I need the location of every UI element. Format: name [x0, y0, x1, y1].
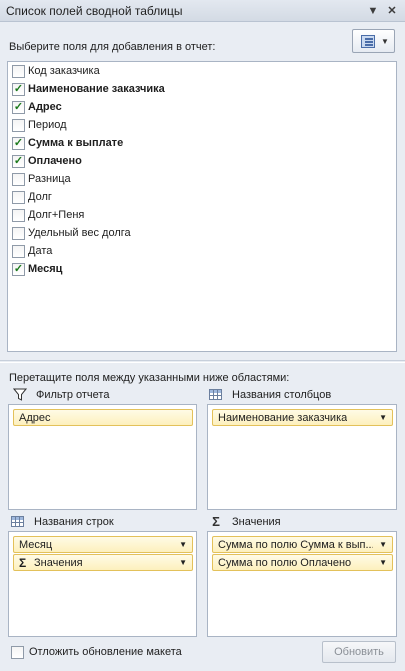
layout-icon — [361, 35, 375, 48]
field-label: Удельный вес долга — [28, 227, 131, 239]
field-list: Код заказчика ✓ Наименование заказчика ✓… — [7, 61, 397, 352]
defer-update-checkbox[interactable] — [11, 646, 24, 659]
field-label: Адрес — [28, 101, 62, 113]
column-labels-label: Названия столбцов — [232, 389, 332, 401]
values-zone[interactable]: Сумма по полю Сумма к вып... ▼ Сумма по … — [207, 531, 397, 637]
field-checkbox[interactable] — [12, 245, 25, 258]
chevron-down-icon[interactable]: ▼ — [379, 413, 387, 422]
sigma-icon: Σ — [19, 556, 27, 570]
field-label: Сумма к выплате — [28, 137, 124, 149]
row-labels-label: Названия строк — [34, 516, 114, 528]
chevron-down-icon: ▼ — [381, 37, 389, 46]
chevron-down-icon[interactable]: ▼ — [365, 3, 381, 19]
row-chip-mesyac[interactable]: Месяц ▼ — [13, 536, 193, 553]
defer-update-label: Отложить обновление макета — [29, 646, 182, 658]
field-label: Период — [28, 119, 67, 131]
chevron-down-icon[interactable]: ▼ — [379, 558, 387, 567]
field-checkbox[interactable]: ✓ — [12, 155, 25, 168]
field-checkbox[interactable] — [12, 119, 25, 132]
field-row-period[interactable]: Период — [12, 117, 392, 134]
field-label: Месяц — [28, 263, 63, 275]
values-header: Σ Значения — [208, 515, 398, 531]
field-checkbox[interactable]: ✓ — [12, 101, 25, 114]
field-row-kod-zakazchika[interactable]: Код заказчика — [12, 63, 392, 80]
report-filter-label: Фильтр отчета — [36, 389, 110, 401]
field-checkbox[interactable] — [12, 173, 25, 186]
field-row-dolg-penya[interactable]: Долг+Пеня — [12, 207, 392, 224]
splitter[interactable] — [0, 360, 405, 363]
chevron-down-icon[interactable]: ▼ — [179, 558, 187, 567]
close-icon[interactable]: ✕ — [384, 3, 400, 19]
field-row-udelny-ves[interactable]: Удельный вес долга — [12, 225, 392, 242]
chip-label: Адрес — [19, 412, 51, 424]
column-labels-header: Названия столбцов — [208, 388, 398, 404]
field-label: Разница — [28, 173, 71, 185]
chevron-down-icon[interactable]: ▼ — [379, 540, 387, 549]
values-chip-summa[interactable]: Сумма по полю Сумма к вып... ▼ — [212, 536, 393, 553]
field-checkbox[interactable] — [12, 65, 25, 78]
values-chip-oplacheno[interactable]: Сумма по полю Оплачено ▼ — [212, 554, 393, 571]
drag-fields-label: Перетащите поля между указанными ниже об… — [9, 372, 290, 384]
chip-label: Сумма по полю Сумма к вып... — [218, 539, 373, 551]
field-checkbox[interactable]: ✓ — [12, 137, 25, 150]
layout-button[interactable]: ▼ — [352, 29, 395, 53]
field-row-mesyac[interactable]: ✓ Месяц — [12, 261, 392, 278]
field-label: Дата — [28, 245, 53, 257]
chip-label: Сумма по полю Оплачено — [218, 557, 352, 569]
field-row-summa[interactable]: ✓ Сумма к выплате — [12, 135, 392, 152]
field-label: Код заказчика — [28, 65, 100, 77]
field-row-dolg[interactable]: Долг — [12, 189, 392, 206]
field-checkbox[interactable] — [12, 227, 25, 240]
field-checkbox[interactable]: ✓ — [12, 83, 25, 96]
update-button[interactable]: Обновить — [322, 641, 396, 663]
field-checkbox[interactable] — [12, 209, 25, 222]
chevron-down-icon[interactable]: ▼ — [179, 540, 187, 549]
field-checkbox[interactable]: ✓ — [12, 263, 25, 276]
field-row-adres[interactable]: ✓ Адрес — [12, 99, 392, 116]
column-labels-zone[interactable]: Наименование заказчика ▼ — [207, 404, 397, 510]
report-filter-zone[interactable]: Адрес — [8, 404, 197, 510]
field-row-oplacheno[interactable]: ✓ Оплачено — [12, 153, 392, 170]
title-bar: Список полей сводной таблицы ▼ ✕ — [0, 0, 405, 22]
grid-icon — [208, 388, 224, 402]
column-chip-naimenovanie[interactable]: Наименование заказчика ▼ — [212, 409, 393, 426]
filter-icon — [12, 388, 28, 402]
row-labels-header: Названия строк — [10, 515, 190, 531]
field-row-data[interactable]: Дата — [12, 243, 392, 260]
filter-chip-adres[interactable]: Адрес — [13, 409, 193, 426]
choose-fields-label: Выберите поля для добавления в отчет: — [9, 41, 216, 53]
field-label: Долг — [28, 191, 52, 203]
row-labels-zone[interactable]: Месяц ▼ Σ Значения ▼ — [8, 531, 197, 637]
chip-label: Значения — [34, 557, 83, 569]
field-label: Наименование заказчика — [28, 83, 165, 95]
sigma-icon: Σ — [212, 514, 220, 529]
chip-label: Месяц — [19, 539, 53, 551]
field-label: Оплачено — [28, 155, 82, 167]
panel-title: Список полей сводной таблицы — [6, 4, 183, 18]
report-filter-header: Фильтр отчета — [12, 388, 192, 404]
field-checkbox[interactable] — [12, 191, 25, 204]
grid-icon — [10, 515, 26, 529]
field-row-raznica[interactable]: Разница — [12, 171, 392, 188]
values-label: Значения — [232, 516, 281, 528]
field-row-naimenovanie[interactable]: ✓ Наименование заказчика — [12, 81, 392, 98]
field-label: Долг+Пеня — [28, 209, 85, 221]
row-chip-values[interactable]: Σ Значения ▼ — [13, 554, 193, 571]
chip-label: Наименование заказчика — [218, 412, 348, 424]
